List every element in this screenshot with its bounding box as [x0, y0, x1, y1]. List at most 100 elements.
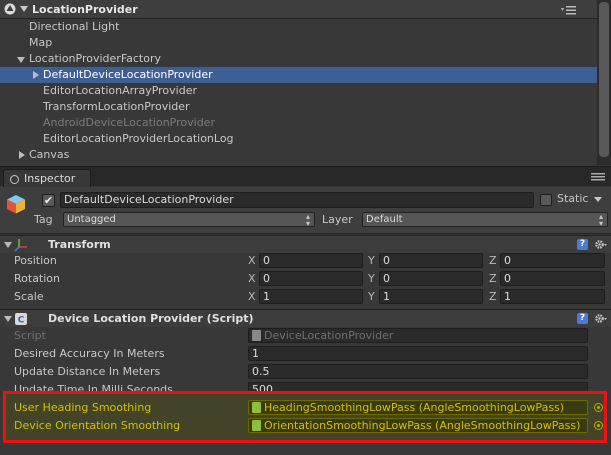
hierarchy-item-location-provider-factory[interactable]: LocationProviderFactory [0, 51, 597, 67]
scene-header[interactable]: LocationProvider [0, 0, 597, 19]
script-file-icon [252, 402, 261, 413]
inspector-tab-bar: Inspector [0, 166, 611, 187]
script-object-field: DeviceLocationProvider [248, 328, 588, 343]
foldout-arrow-icon[interactable] [4, 242, 12, 248]
position-y-field[interactable]: 0 [379, 253, 483, 268]
x-axis-label[interactable]: X [248, 272, 256, 285]
scene-name: LocationProvider [32, 3, 138, 16]
gameobject-cube-icon [7, 195, 25, 214]
active-checkbox[interactable]: ✔ [42, 194, 55, 207]
foldout-arrow-icon[interactable] [4, 316, 12, 322]
hierarchy-item-label: LocationProviderFactory [29, 52, 161, 65]
hierarchy-item-editor-location-array-provider[interactable]: EditorLocationArrayProvider [0, 83, 597, 99]
scene-expand-icon[interactable] [20, 6, 28, 12]
heading-smoothing-value: HeadingSmoothingLowPass (AngleSmoothingL… [264, 401, 565, 414]
property-label: Scale [14, 290, 44, 303]
rotation-row: Rotation X 0 Y 0 Z 0 [0, 270, 611, 288]
desired-accuracy-row: Desired Accuracy In Meters 1 [0, 345, 611, 363]
scrollbar-thumb[interactable] [599, 2, 609, 157]
info-icon [10, 175, 19, 184]
property-label: Position [14, 254, 57, 267]
x-axis-label[interactable]: X [248, 290, 256, 303]
property-label: Desired Accuracy In Meters [14, 347, 165, 360]
dropdown-arrows-icon: ▴ ▾ [305, 212, 310, 228]
property-label: User Heading Smoothing [14, 401, 152, 414]
script-row: Script DeviceLocationProvider [0, 327, 611, 345]
hierarchy-item-directional-light[interactable]: Directional Light [0, 19, 597, 35]
help-icon[interactable]: ? [577, 239, 588, 250]
hierarchy-item-label: Canvas [29, 148, 70, 161]
layer-value: Default [366, 214, 403, 225]
update-distance-field[interactable]: 0.5 [248, 364, 588, 379]
scale-y-field[interactable]: 1 [379, 289, 483, 304]
orientation-smoothing-value: OrientationSmoothingLowPass (AngleSmooth… [264, 419, 581, 432]
z-axis-label[interactable]: Z [489, 254, 497, 267]
y-axis-label[interactable]: Y [368, 272, 375, 285]
gear-icon[interactable] [594, 312, 607, 325]
static-label: Static [557, 192, 589, 205]
script-value: DeviceLocationProvider [264, 329, 394, 342]
position-x-field[interactable]: 0 [259, 253, 363, 268]
update-time-field[interactable]: 500 [248, 382, 588, 391]
hierarchy-item-label: AndroidDeviceLocationProvider [43, 116, 215, 129]
update-time-label: Update Time In Milli Seconds [14, 383, 173, 391]
hierarchy-item-label: Directional Light [29, 20, 120, 33]
property-label: Script [14, 329, 46, 342]
hierarchy-item-android-device-location-provider[interactable]: AndroidDeviceLocationProvider [0, 115, 597, 131]
tab-inspector[interactable]: Inspector [3, 169, 91, 187]
script-file-icon [252, 420, 261, 431]
z-axis-label[interactable]: Z [489, 290, 497, 303]
object-picker-icon[interactable] [594, 403, 603, 412]
tag-label: Tag [34, 213, 53, 226]
menu-icon[interactable] [561, 5, 577, 15]
layer-dropdown[interactable]: Default ▴ ▾ [362, 212, 608, 228]
expand-arrow-icon[interactable] [33, 71, 39, 79]
user-heading-smoothing-row: User Heading Smoothing HeadingSmoothingL… [0, 399, 611, 417]
collapse-arrow-icon[interactable] [17, 57, 25, 63]
hierarchy-scrollbar[interactable] [597, 0, 611, 165]
object-name-input[interactable]: DefaultDeviceLocationProvider [60, 192, 534, 208]
hierarchy-item-label: TransformLocationProvider [43, 100, 190, 113]
hierarchy-item-map[interactable]: Map [0, 35, 597, 51]
x-axis-label[interactable]: X [248, 254, 256, 267]
orientation-smoothing-object-field[interactable]: OrientationSmoothingLowPass (AngleSmooth… [248, 418, 588, 433]
hierarchy-item-canvas[interactable]: Canvas [0, 147, 597, 163]
hierarchy-item-editor-location-provider-location-log[interactable]: EditorLocationProviderLocationLog [0, 131, 597, 147]
hierarchy-item-label: DefaultDeviceLocationProvider [43, 68, 213, 81]
hierarchy-item-default-device-location-provider[interactable]: DefaultDeviceLocationProvider [0, 67, 597, 83]
rotation-z-field[interactable]: 0 [500, 271, 605, 286]
update-distance-row: Update Distance In Meters 0.5 [0, 363, 611, 381]
transform-axes-icon [14, 239, 27, 252]
property-label: Device Orientation Smoothing [14, 419, 181, 432]
scale-x-field[interactable]: 1 [259, 289, 363, 304]
rotation-x-field[interactable]: 0 [259, 271, 363, 286]
hierarchy-item-transform-location-provider[interactable]: TransformLocationProvider [0, 99, 597, 115]
rotation-y-field[interactable]: 0 [379, 271, 483, 286]
desired-accuracy-field[interactable]: 1 [248, 346, 588, 361]
transform-component-header[interactable]: Transform ? [0, 235, 611, 253]
hierarchy-item-label: EditorLocationProviderLocationLog [43, 132, 234, 145]
expand-arrow-icon[interactable] [19, 151, 25, 159]
help-icon[interactable]: ? [577, 313, 588, 324]
script-file-icon [252, 330, 261, 341]
device-location-provider-component-header[interactable]: C Device Location Provider (Script) ? [0, 309, 611, 327]
hierarchy-item-label: Map [29, 36, 53, 49]
object-picker-icon[interactable] [594, 421, 603, 430]
position-z-field[interactable]: 0 [500, 253, 605, 268]
property-label: Rotation [14, 272, 61, 285]
hierarchy-panel: LocationProvider Directional Light Map L… [0, 0, 611, 165]
svg-text:C: C [18, 316, 25, 326]
y-axis-label[interactable]: Y [368, 290, 375, 303]
lock-menu-icon[interactable] [591, 173, 605, 181]
y-axis-label[interactable]: Y [368, 254, 375, 267]
script-icon: C [15, 313, 27, 326]
static-dropdown-icon[interactable] [594, 197, 602, 202]
scale-z-field[interactable]: 1 [500, 289, 605, 304]
z-axis-label[interactable]: Z [489, 272, 497, 285]
heading-smoothing-object-field[interactable]: HeadingSmoothingLowPass (AngleSmoothingL… [248, 400, 588, 415]
property-label: Update Distance In Meters [14, 365, 161, 378]
scale-row: Scale X 1 Y 1 Z 1 [0, 288, 611, 306]
gear-icon[interactable] [594, 238, 607, 251]
static-checkbox[interactable] [540, 194, 552, 206]
tag-dropdown[interactable]: Untagged ▴ ▾ [63, 212, 315, 228]
